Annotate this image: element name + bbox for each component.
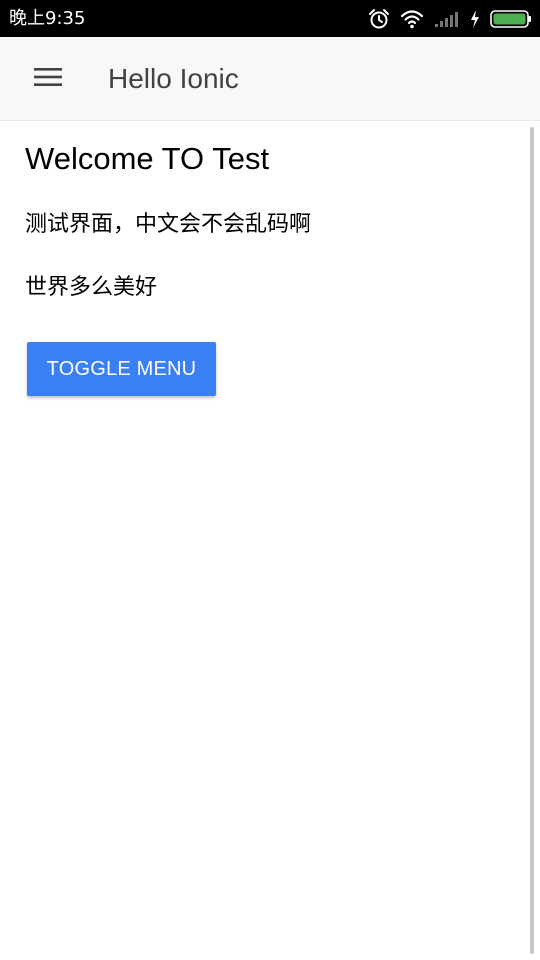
menu-button[interactable] (24, 57, 72, 101)
paragraph-1: 测试界面，中文会不会乱码啊 (25, 212, 312, 237)
battery-icon (490, 10, 532, 28)
toolbar: Hello Ionic (0, 37, 540, 121)
scrollbar[interactable] (530, 127, 534, 954)
welcome-heading: Welcome TO Test (25, 141, 270, 176)
status-icons (368, 8, 532, 30)
hamburger-menu-icon (34, 67, 62, 92)
page-title: Hello Ionic (108, 63, 239, 94)
toggle-menu-button[interactable]: TOGGLE MENU (27, 342, 216, 396)
signal-icon (434, 10, 460, 28)
alarm-icon (368, 8, 390, 30)
paragraph-2: 世界多么美好 (25, 275, 158, 300)
status-time: 晚上9:35 (9, 8, 86, 29)
status-bar: 晚上9:35 (0, 0, 540, 37)
charging-icon (470, 10, 480, 28)
main-content: Welcome TO Test 测试界面，中文会不会乱码啊 世界多么美好 TOG… (0, 121, 540, 960)
wifi-icon (400, 9, 424, 29)
app-screen: 晚上9:35 Hello Ionic Welcome TO Test 测试界面，… (0, 0, 540, 960)
